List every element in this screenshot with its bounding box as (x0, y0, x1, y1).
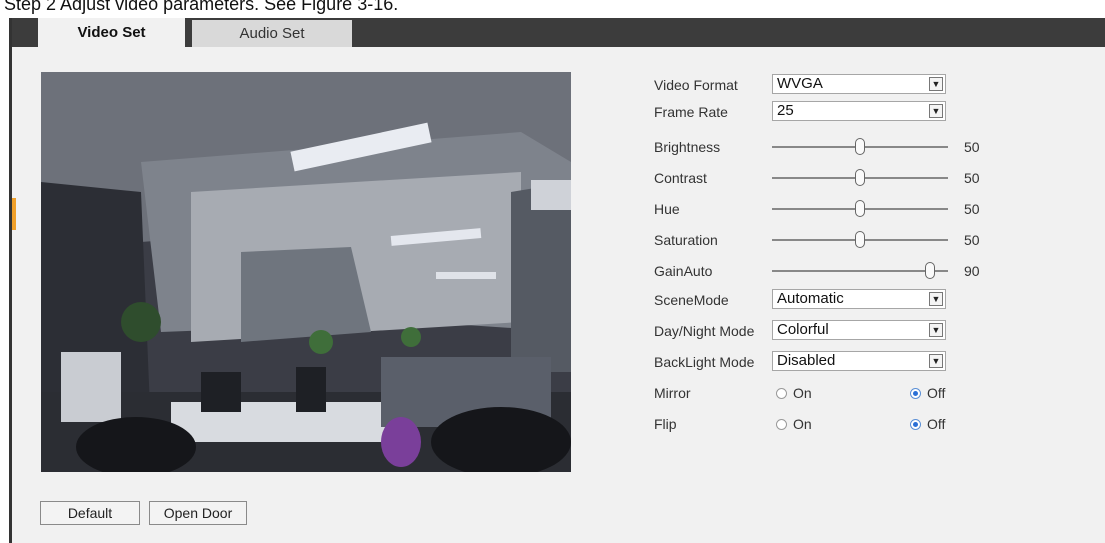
flip-off-radio[interactable]: Off (910, 416, 945, 432)
video-format-value: WVGA (777, 75, 823, 92)
video-format-row: Video Format WVGA ▼ (654, 74, 1054, 98)
radio-icon[interactable] (776, 419, 787, 430)
contrast-row: Contrast 50 (654, 167, 1054, 191)
flip-on-radio[interactable]: On (776, 416, 812, 432)
default-button[interactable]: Default (40, 501, 140, 525)
flip-on-label: On (793, 416, 812, 432)
backlight-mode-label: BackLight Mode (654, 354, 755, 370)
accent-marker (12, 198, 16, 230)
open-door-button[interactable]: Open Door (149, 501, 247, 525)
day-night-mode-select[interactable]: Colorful ▼ (772, 320, 946, 340)
gain-auto-label: GainAuto (654, 263, 713, 279)
frame-rate-row: Frame Rate 25 ▼ (654, 101, 1054, 125)
scene-mode-select[interactable]: Automatic ▼ (772, 289, 946, 309)
chevron-down-icon[interactable]: ▼ (929, 354, 943, 368)
chevron-down-icon[interactable]: ▼ (929, 104, 943, 118)
scene-mode-value: Automatic (777, 290, 844, 307)
radio-icon[interactable] (910, 388, 921, 399)
backlight-mode-value: Disabled (777, 352, 836, 369)
contrast-slider[interactable] (772, 169, 948, 186)
contrast-value: 50 (964, 170, 980, 186)
mirror-off-radio[interactable]: Off (910, 385, 945, 401)
hue-row: Hue 50 (654, 198, 1054, 222)
gain-auto-value: 90 (964, 263, 980, 279)
gain-auto-slider[interactable] (772, 262, 948, 279)
flip-label: Flip (654, 416, 677, 432)
slider-handle[interactable] (855, 169, 865, 186)
day-night-mode-label: Day/Night Mode (654, 323, 755, 339)
brightness-label: Brightness (654, 139, 721, 155)
video-format-label: Video Format (654, 77, 738, 93)
saturation-value: 50 (964, 232, 980, 248)
tab-audio-set[interactable]: Audio Set (192, 20, 352, 47)
chevron-down-icon[interactable]: ▼ (929, 292, 943, 306)
camera-preview (41, 72, 571, 472)
frame-rate-label: Frame Rate (654, 104, 728, 120)
chevron-down-icon[interactable]: ▼ (929, 323, 943, 337)
video-format-select[interactable]: WVGA ▼ (772, 74, 946, 94)
mirror-row: Mirror On Off (654, 382, 1054, 406)
mirror-off-label: Off (927, 385, 946, 401)
frame-rate-select[interactable]: 25 ▼ (772, 101, 946, 121)
hue-value: 50 (964, 201, 980, 217)
saturation-label: Saturation (654, 232, 718, 248)
backlight-mode-select[interactable]: Disabled ▼ (772, 351, 946, 371)
scene-mode-label: SceneMode (654, 292, 729, 308)
mirror-on-label: On (793, 385, 812, 401)
brightness-value: 50 (964, 139, 980, 155)
scene-mode-row: SceneMode Automatic ▼ (654, 289, 1054, 313)
day-night-mode-value: Colorful (777, 321, 829, 338)
hue-label: Hue (654, 201, 680, 217)
saturation-row: Saturation 50 (654, 229, 1054, 253)
chevron-down-icon[interactable]: ▼ (929, 77, 943, 91)
mirror-label: Mirror (654, 385, 691, 401)
flip-off-label: Off (927, 416, 946, 432)
flip-row: Flip On Off (654, 413, 1054, 437)
slider-handle[interactable] (855, 138, 865, 155)
gain-auto-row: GainAuto 90 (654, 260, 1054, 284)
brightness-slider[interactable] (772, 138, 948, 155)
brightness-row: Brightness 50 (654, 136, 1054, 160)
slider-handle[interactable] (855, 200, 865, 217)
backlight-mode-row: BackLight Mode Disabled ▼ (654, 351, 1054, 375)
radio-icon[interactable] (776, 388, 787, 399)
tab-video-set[interactable]: Video Set (38, 18, 185, 47)
slider-handle[interactable] (855, 231, 865, 248)
slider-handle[interactable] (925, 262, 936, 279)
step-instruction: Step 2 Adjust video parameters. See Figu… (4, 0, 399, 14)
hue-slider[interactable] (772, 200, 948, 217)
video-settings-panel: Video Set Audio Set Video Format WVGA ▼ … (9, 18, 1105, 543)
day-night-mode-row: Day/Night Mode Colorful ▼ (654, 320, 1054, 344)
contrast-label: Contrast (654, 170, 707, 186)
radio-icon[interactable] (910, 419, 921, 430)
saturation-slider[interactable] (772, 231, 948, 248)
office-scene-image (41, 72, 571, 472)
tab-bar: Video Set Audio Set (12, 18, 1105, 47)
mirror-on-radio[interactable]: On (776, 385, 812, 401)
frame-rate-value: 25 (777, 102, 794, 119)
